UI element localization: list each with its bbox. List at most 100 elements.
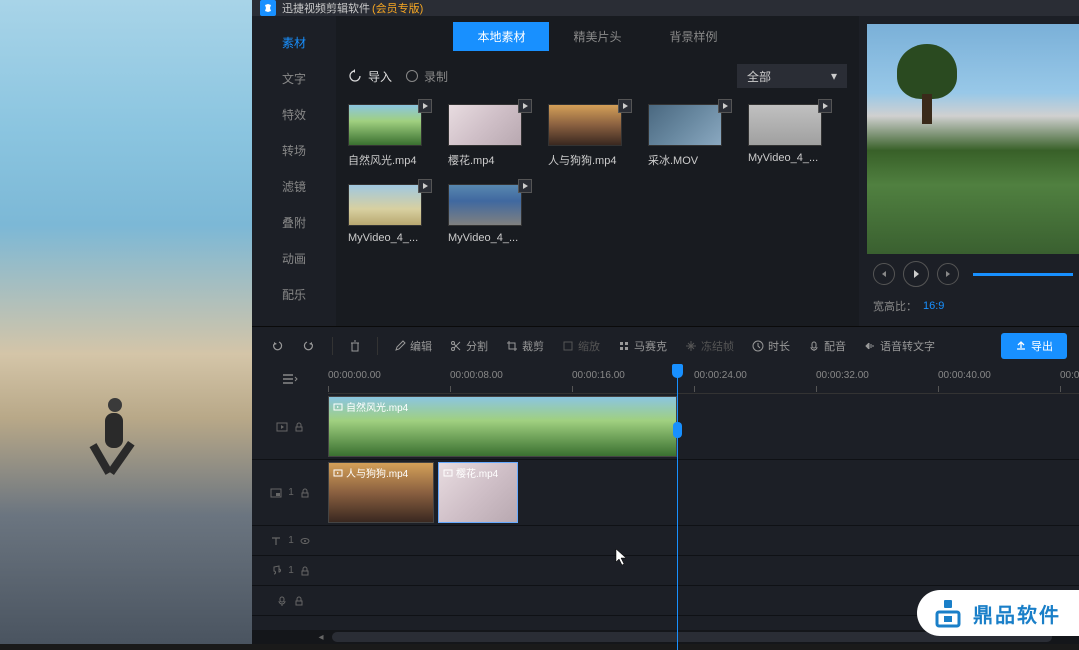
play-badge-icon: [618, 99, 632, 113]
lock-icon[interactable]: [294, 596, 304, 606]
asset-tab-titles[interactable]: 精美片头: [549, 22, 645, 51]
text-track-icon: [270, 535, 282, 547]
redo-button[interactable]: [296, 335, 322, 357]
sidebar-item-overlay[interactable]: 叠附: [252, 204, 336, 240]
prev-frame-button[interactable]: [873, 263, 895, 285]
asset-name: 自然风光.mp4: [348, 152, 434, 168]
clock-icon: [752, 340, 764, 352]
watermark-icon: [931, 596, 965, 630]
titlebar: 迅捷视频剪辑软件 (会员专版) 文件 编辑 视图 导出 帮助: [252, 0, 1079, 16]
play-badge-icon: [818, 99, 832, 113]
asset-item[interactable]: 自然风光.mp4: [348, 104, 434, 168]
app-icon: [260, 0, 276, 16]
asset-name: 采冰.MOV: [648, 152, 734, 168]
sidebar-item-transition[interactable]: 转场: [252, 132, 336, 168]
sidebar-item-effect[interactable]: 特效: [252, 96, 336, 132]
preview-video[interactable]: [867, 24, 1079, 254]
asset-name: 人与狗狗.mp4: [548, 152, 634, 168]
music-track-icon: [270, 565, 282, 577]
asset-name: MyVideo_4_...: [748, 152, 834, 164]
eye-icon[interactable]: [300, 536, 310, 546]
watermark: 鼎品软件: [917, 590, 1079, 636]
video-track-icon: [276, 421, 288, 433]
preview-panel: 宽高比： 16:9: [859, 16, 1079, 326]
sidebar-item-text[interactable]: 文字: [252, 60, 336, 96]
stt-button[interactable]: 语音转文字: [858, 334, 941, 358]
timeline-clip[interactable]: 人与狗狗.mp4: [328, 462, 434, 523]
app-window: 迅捷视频剪辑软件 (会员专版) 文件 编辑 视图 导出 帮助 素材 文字 特效 …: [252, 0, 1079, 644]
sidebar-item-music[interactable]: 配乐: [252, 276, 336, 312]
mic-icon: [808, 340, 820, 352]
mic-track-icon: [276, 595, 288, 607]
delete-button[interactable]: [343, 336, 367, 356]
timeline-ruler[interactable]: 00:00:00.00 00:00:08.00 00:00:16.00 00:0…: [328, 364, 1079, 394]
pencil-icon: [394, 340, 406, 352]
export-button[interactable]: 导出: [1001, 333, 1067, 359]
sidebar: 素材 文字 特效 转场 滤镜 叠附 动画 配乐: [252, 16, 336, 326]
track-head-video1: [252, 394, 328, 459]
track-head-audio: 1: [252, 556, 328, 585]
asset-tab-local[interactable]: 本地素材: [453, 22, 549, 51]
export-icon: [1015, 340, 1027, 352]
sidebar-item-animation[interactable]: 动画: [252, 240, 336, 276]
aspect-label: 宽高比：: [873, 298, 917, 314]
undo-button[interactable]: [264, 335, 290, 357]
timeline-clip[interactable]: 樱花.mp4: [438, 462, 518, 523]
play-badge-icon: [418, 99, 432, 113]
edit-button[interactable]: 编辑: [388, 334, 438, 358]
asset-item[interactable]: 人与狗狗.mp4: [548, 104, 634, 168]
zoom-button[interactable]: 缩放: [556, 334, 606, 358]
scissors-icon: [450, 340, 462, 352]
dub-button[interactable]: 配音: [802, 334, 852, 358]
playhead[interactable]: [677, 370, 678, 650]
asset-name: MyVideo_4_...: [448, 232, 534, 244]
asset-tab-bg[interactable]: 背景样例: [646, 22, 742, 51]
filter-dropdown[interactable]: 全部 ▾: [737, 64, 847, 88]
lock-icon[interactable]: [294, 422, 304, 432]
play-badge-icon: [518, 99, 532, 113]
asset-item[interactable]: MyVideo_4_...: [448, 184, 534, 244]
progress-bar[interactable]: [973, 273, 1073, 276]
import-button[interactable]: 导入: [348, 68, 392, 85]
chevron-down-icon: ▾: [831, 69, 837, 83]
play-badge-icon: [718, 99, 732, 113]
asset-item[interactable]: 采冰.MOV: [648, 104, 734, 168]
asset-name: MyVideo_4_...: [348, 232, 434, 244]
lock-icon[interactable]: [300, 488, 310, 498]
mosaic-button[interactable]: 马赛克: [612, 334, 673, 358]
lock-icon[interactable]: [300, 566, 310, 576]
timeline-toolbar: 编辑 分割 裁剪 缩放 马赛克 冻结帧 时长 配音 语音转文字 导出: [252, 326, 1079, 364]
asset-panel: 本地素材 精美片头 背景样例 导入 录制 全部 ▾: [336, 16, 859, 326]
record-label: 录制: [424, 68, 448, 85]
record-icon: [406, 70, 418, 82]
filter-label: 全部: [747, 68, 771, 85]
app-title-suffix: (会员专版): [372, 0, 423, 16]
freeze-button[interactable]: 冻结帧: [679, 334, 740, 358]
next-frame-button[interactable]: [937, 263, 959, 285]
sidebar-item-filter[interactable]: 滤镜: [252, 168, 336, 204]
record-button[interactable]: 录制: [406, 68, 448, 85]
asset-item[interactable]: MyVideo_4_...: [348, 184, 434, 244]
stt-icon: [864, 340, 876, 352]
crop-icon: [506, 340, 518, 352]
track-menu-icon[interactable]: [281, 372, 299, 386]
timeline-clip[interactable]: 自然风光.mp4: [328, 396, 677, 457]
import-icon: [348, 69, 362, 83]
asset-item[interactable]: 樱花.mp4: [448, 104, 534, 168]
play-badge-icon: [518, 179, 532, 193]
sidebar-item-asset[interactable]: 素材: [252, 24, 336, 60]
play-button[interactable]: [903, 261, 929, 287]
split-button[interactable]: 分割: [444, 334, 494, 358]
zoom-icon: [562, 340, 574, 352]
import-label: 导入: [368, 68, 392, 85]
track-head-text: 1: [252, 526, 328, 555]
track-head-mic: [252, 586, 328, 615]
asset-item[interactable]: MyVideo_4_...: [748, 104, 834, 168]
crop-button[interactable]: 裁剪: [500, 334, 550, 358]
watermark-text: 鼎品软件: [973, 599, 1061, 628]
mosaic-icon: [618, 340, 630, 352]
play-badge-icon: [418, 179, 432, 193]
track-head-video2: 1: [252, 460, 328, 525]
duration-button[interactable]: 时长: [746, 334, 796, 358]
aspect-value: 16:9: [923, 300, 944, 312]
